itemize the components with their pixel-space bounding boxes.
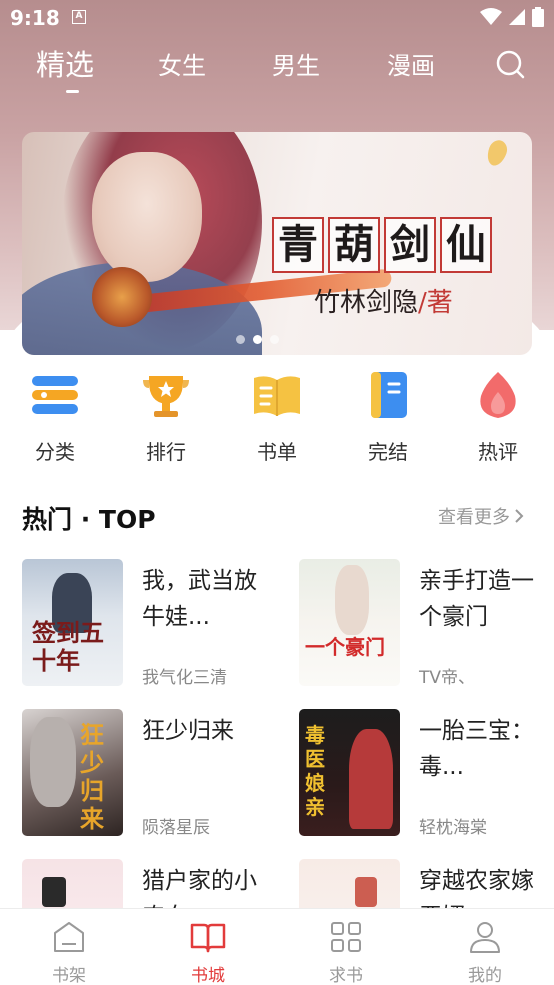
nav-label: 求书 [329, 966, 363, 985]
banner-title-char: 仙 [440, 217, 492, 273]
banner-art-drop [484, 137, 510, 169]
book-title: 我，武当放牛娃... [142, 568, 257, 630]
book-author: 陨落星辰 [142, 818, 210, 838]
book-author: 轻枕海棠 [419, 818, 487, 838]
see-more-label: 查看更多 [438, 507, 510, 528]
book-card[interactable]: 一个豪门 亲手打造一个豪门 TV帝、 [299, 559, 554, 689]
notebook-icon [371, 372, 407, 418]
banner-title-char: 青 [272, 217, 324, 273]
nav-bookshelf[interactable]: 书架 [29, 919, 109, 985]
signal-icon [509, 9, 525, 25]
book-open-icon [254, 376, 300, 416]
book-card[interactable]: 毒医娘亲 一胎三宝：毒... 轻枕海棠 [299, 709, 554, 839]
banner-title: 青 葫 剑 仙 [272, 217, 492, 273]
tab-indicator [66, 90, 79, 93]
nav-label: 书城 [191, 966, 225, 985]
tab-comics[interactable]: 漫画 [387, 46, 435, 81]
nav-label: 书架 [52, 966, 86, 985]
banner-art-sword-guard [92, 267, 152, 327]
banner-author: 竹林剑隐/著 [314, 282, 453, 319]
status-icons [480, 7, 544, 27]
nav-request-book[interactable]: 求书 [306, 919, 386, 985]
category-hot-reviews[interactable]: 热评 [458, 370, 538, 465]
book-cover-title: 毒医娘亲 [305, 723, 325, 819]
notification-badge-icon: A [72, 10, 86, 24]
book-cover-title: 一个豪门 [305, 635, 385, 659]
category-booklist[interactable]: 书单 [237, 370, 317, 465]
category-label: 热评 [478, 440, 518, 464]
banner-title-char: 剑 [384, 217, 436, 273]
tab-featured[interactable]: 精选 [36, 42, 94, 84]
banner-title-char: 葫 [328, 217, 380, 273]
flame-icon [480, 372, 516, 418]
category-classify[interactable]: 分类 [15, 370, 95, 465]
bottom-nav: 书架 书城 求书 我的 [0, 908, 554, 985]
book-cover: 签到五十年 [22, 559, 123, 686]
category-label: 完结 [368, 440, 408, 464]
wifi-icon [480, 8, 502, 25]
nav-profile[interactable]: 我的 [445, 919, 525, 985]
chevron-right-icon [515, 509, 524, 523]
top-nav: 精选 女生 男生 漫画 [0, 40, 554, 100]
book-store-icon [190, 923, 226, 953]
book-cover: 一个豪门 [299, 559, 400, 686]
book-author: 我气化三清 [142, 668, 227, 688]
category-label: 分类 [35, 440, 75, 464]
book-cover: 狂少归来 [22, 709, 123, 836]
book-author: TV帝、 [419, 668, 476, 688]
tab-male[interactable]: 男生 [272, 46, 320, 81]
banner-dot-active[interactable] [253, 335, 262, 344]
grid-icon [331, 922, 361, 952]
category-row: 分类 排行 书单 完结 热评 [0, 370, 554, 470]
book-title: 一胎三宝：毒... [419, 718, 534, 780]
category-label: 书单 [257, 440, 297, 464]
book-title: 亲手打造一个豪门 [419, 568, 534, 630]
category-label: 排行 [146, 440, 186, 464]
book-cover-title: 签到五十年 [32, 618, 104, 675]
banner-pagination [236, 335, 279, 344]
list-icon [32, 376, 78, 414]
book-cover: 毒医娘亲 [299, 709, 400, 836]
book-card[interactable]: 狂少归来 狂少归来 陨落星辰 [22, 709, 282, 839]
book-title: 狂少归来 [142, 718, 234, 744]
status-bar: 9:18 A [0, 0, 554, 36]
battery-icon [532, 7, 544, 27]
section-title-hot: 热门 · TOP [22, 505, 156, 534]
search-icon[interactable] [494, 48, 526, 80]
banner-author-name: 竹林剑隐 [314, 288, 419, 318]
status-time: 9:18 [10, 6, 60, 30]
user-icon [470, 922, 500, 953]
trophy-icon [143, 376, 189, 417]
promo-banner[interactable]: 青 葫 剑 仙 竹林剑隐/著 [22, 132, 532, 355]
nav-bookstore[interactable]: 书城 [168, 919, 248, 985]
see-more-link[interactable]: 查看更多 [438, 503, 524, 529]
category-ranking[interactable]: 排行 [126, 370, 206, 465]
book-cover-title: 狂少归来 [80, 720, 104, 833]
book-card[interactable]: 签到五十年 我，武当放牛娃... 我气化三清 [22, 559, 282, 689]
category-finished[interactable]: 完结 [348, 370, 428, 465]
banner-dot[interactable] [270, 335, 279, 344]
banner-dot[interactable] [236, 335, 245, 344]
nav-label: 我的 [468, 966, 502, 985]
bookshelf-icon [54, 922, 84, 952]
tab-female[interactable]: 女生 [158, 46, 206, 81]
banner-author-suffix: /著 [418, 288, 453, 318]
banner-art-face [92, 152, 202, 282]
